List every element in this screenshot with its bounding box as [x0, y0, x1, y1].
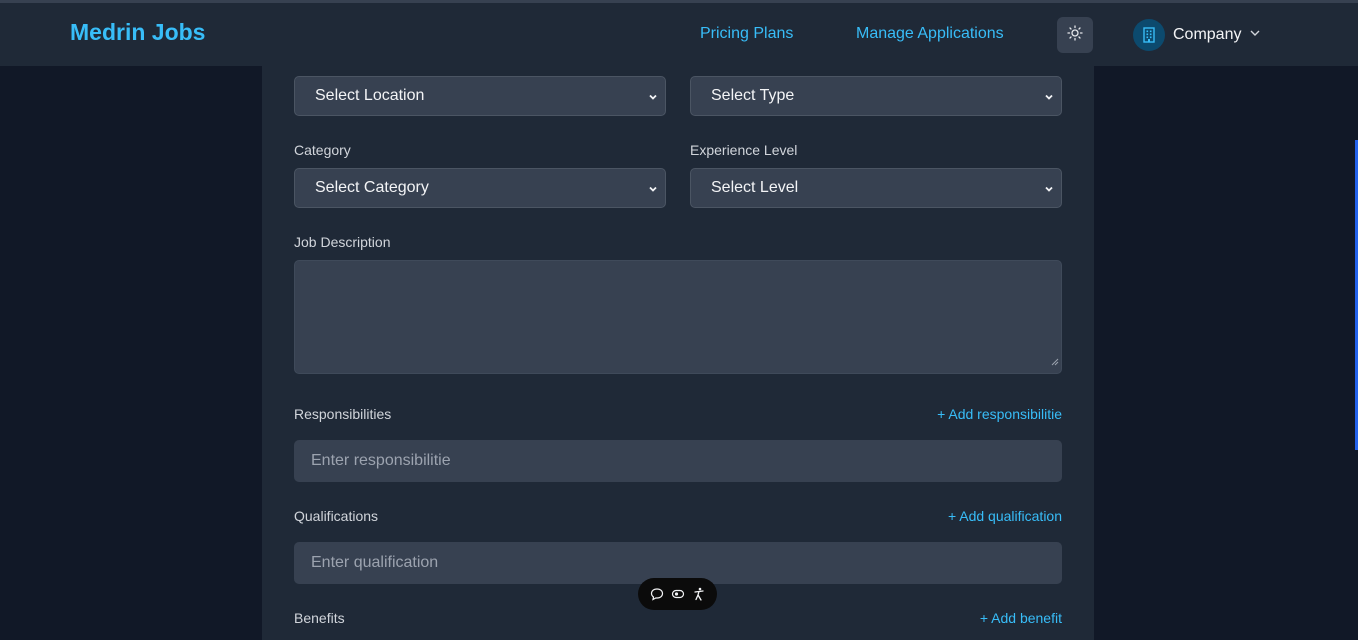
qualification-input-placeholder: Enter qualification: [311, 554, 439, 571]
top-navbar: Medrin Jobs Pricing Plans Manage Applica…: [0, 0, 1358, 66]
add-benefit-button[interactable]: + Add benefit: [880, 610, 1062, 626]
nav-manage-applications[interactable]: Manage Applications: [856, 25, 1004, 43]
category-select-value: Select Category: [315, 179, 429, 196]
type-select[interactable]: Select Type: [690, 76, 1062, 116]
job-description-label: Job Description: [294, 234, 391, 250]
benefits-label: Benefits: [294, 610, 345, 626]
building-icon: [1133, 19, 1165, 51]
type-select-value: Select Type: [711, 87, 795, 104]
floating-toolbar: [638, 578, 717, 610]
chevron-down-icon: [647, 90, 659, 108]
theme-toggle-button[interactable]: [1057, 17, 1093, 53]
experience-label: Experience Level: [690, 142, 798, 158]
responsibility-input[interactable]: Enter responsibilitie: [294, 440, 1062, 482]
nav-pricing-plans[interactable]: Pricing Plans: [700, 25, 793, 43]
add-qualification-button[interactable]: + Add qualification: [880, 508, 1062, 524]
chat-icon[interactable]: [650, 587, 664, 601]
category-label: Category: [294, 142, 351, 158]
experience-select[interactable]: Select Level: [690, 168, 1062, 208]
company-label: Company: [1173, 26, 1242, 43]
location-select[interactable]: Select Location: [294, 76, 666, 116]
chevron-down-icon: [1043, 182, 1055, 200]
eye-icon[interactable]: [671, 587, 685, 601]
sun-icon: [1067, 24, 1083, 46]
accessibility-icon[interactable]: [692, 587, 706, 601]
resize-handle-icon[interactable]: [1050, 353, 1059, 371]
qualifications-label: Qualifications: [294, 508, 379, 524]
chevron-down-icon: [1249, 26, 1261, 44]
experience-select-value: Select Level: [711, 179, 799, 196]
brand-logo[interactable]: Medrin Jobs: [70, 19, 205, 46]
add-responsibility-button[interactable]: + Add responsibilitie: [880, 406, 1062, 422]
chevron-down-icon: [1043, 90, 1055, 108]
chevron-down-icon: [647, 182, 659, 200]
company-menu[interactable]: Company: [1133, 18, 1261, 52]
location-select-value: Select Location: [315, 87, 425, 104]
responsibility-input-placeholder: Enter responsibilitie: [311, 452, 451, 469]
category-select[interactable]: Select Category: [294, 168, 666, 208]
job-description-textarea[interactable]: [294, 260, 1062, 374]
responsibilities-label: Responsibilities: [294, 406, 392, 422]
